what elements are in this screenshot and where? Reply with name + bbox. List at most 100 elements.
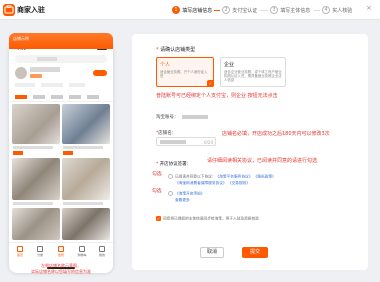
product-title xyxy=(13,202,53,205)
step-number: 3 xyxy=(270,6,278,14)
product-image xyxy=(12,208,60,240)
shop-stat xyxy=(69,83,85,87)
product-title xyxy=(63,146,103,149)
tab-home: 首页 xyxy=(13,246,27,259)
step-number: 2 xyxy=(222,6,230,14)
agreement-link[interactable]: 《交易规则》 xyxy=(228,181,250,185)
check-icon: ✓ xyxy=(207,80,214,87)
cart-icon xyxy=(79,246,85,252)
account-value-blurred xyxy=(182,115,208,119)
tab-label: 我的 xyxy=(98,253,105,257)
nav-tab xyxy=(87,95,99,99)
shop-avatar xyxy=(15,67,27,79)
agreement-link[interactable]: 《淘宝平台服务协议》 xyxy=(216,175,253,179)
step-number: 4 xyxy=(322,6,330,14)
shop-name-counter: 0/20 xyxy=(204,140,213,145)
type-option-enterprise[interactable]: 企业 适合企业营业执照，或个体工商户营业执照认证入驻，需具备营业执照企业法人信息 xyxy=(220,57,286,87)
tab-category: 分类 xyxy=(33,246,47,259)
type-option-personal[interactable]: 个人 适合营业执照、只个人身份证入驻 ✓ xyxy=(156,57,214,87)
agreement-more-link[interactable]: 查看更多 xyxy=(175,198,190,203)
shop-stat xyxy=(41,83,63,87)
agreement-link[interactable]: 《淘宝开店须知》 xyxy=(175,192,205,196)
product-image xyxy=(62,208,110,240)
radio-icon[interactable] xyxy=(168,174,173,179)
top-bar: 商家入驻 1 填写店铺信息 2 支付宝认证 3 填写主体信息 4 实人核验 × xyxy=(0,0,380,20)
shop-name-blurred xyxy=(30,67,60,72)
radio-icon[interactable] xyxy=(168,191,173,196)
agreement-link[interactable]: 《淘宝网消费者保障服务协议》 xyxy=(175,181,227,185)
agreement-row[interactable]: 《淘宝开店须知》 xyxy=(168,191,205,197)
shop-preview-phone: 9:41 首页 分类 发现 购物车 我的 xyxy=(9,42,113,273)
page-title: 商家入驻 xyxy=(17,6,45,14)
tab-label: 首页 xyxy=(16,253,23,257)
step-1: 1 填写店铺信息 xyxy=(172,6,212,14)
step-label: 填写店铺信息 xyxy=(182,7,213,14)
shop-info-row xyxy=(15,66,107,80)
preview-caption: 实际店铺名称以您填写的信息为准 xyxy=(31,269,91,274)
step-3: 3 填写主体信息 xyxy=(270,6,310,14)
tab-profile: 我的 xyxy=(95,246,109,259)
type-desc: 适合企业营业执照，或个体工商户营业执照认证入驻，需具备营业执照企业法人信息 xyxy=(224,70,282,83)
agreement-label: * 开店协议签署： xyxy=(156,162,192,167)
product-image xyxy=(62,104,110,144)
tab-label: 分类 xyxy=(36,253,43,257)
checkbox-icon[interactable]: ✓ xyxy=(156,216,161,221)
taobao-logo-icon xyxy=(3,4,15,16)
step-4: 4 实人核验 xyxy=(322,6,352,14)
check-annotation: 勾选 xyxy=(152,189,162,194)
nav-tab xyxy=(51,95,63,99)
shop-badge xyxy=(30,74,42,78)
step-label: 支付宝认证 xyxy=(232,7,258,14)
shop-stat xyxy=(15,83,35,87)
step-2: 2 支付宝认证 xyxy=(222,6,257,14)
step-number: 1 xyxy=(172,6,180,14)
agreement-row[interactable]: 已阅读并同意以下协议：《淘宝平台服务协议》 《隐私政策》 xyxy=(168,174,276,180)
product-image xyxy=(12,158,60,200)
product-image xyxy=(62,158,110,200)
type-annotation: 普陆账号可已经绑定个人支付宝，则企业 按钮无法点击 xyxy=(156,93,278,99)
product-price xyxy=(63,151,73,155)
tab-cart: 购物车 xyxy=(75,246,89,259)
shop-name-annotation: 店铺名必填，开店成功之后180天内可以修改3次 xyxy=(222,131,330,137)
type-title: 个人 xyxy=(160,62,171,68)
close-icon[interactable]: × xyxy=(366,4,372,12)
product-title xyxy=(13,146,53,149)
home-icon xyxy=(17,246,23,252)
tab-label: 购物车 xyxy=(77,253,87,257)
type-title: 企业 xyxy=(224,62,235,68)
grid-icon xyxy=(37,246,43,252)
agreement-row: 《淘宝网消费者保障服务协议》 《交易规则》 xyxy=(175,181,250,186)
agreement-link[interactable]: 《隐私政策》 xyxy=(254,175,276,179)
product-image xyxy=(12,104,60,144)
tab-label: 发现 xyxy=(57,253,64,257)
check-annotation: 勾选 xyxy=(152,172,162,177)
step-label: 填写主体信息 xyxy=(280,7,311,14)
user-icon xyxy=(99,246,105,252)
shop-info-form: * 请确认店铺类型 个人 适合营业执照、只个人身份证入驻 ✓ 企业 适合企业营业… xyxy=(132,34,368,270)
consent-row[interactable]: ✓ 同意将已授权的主体信息同步给淘宝，用于入驻及资质校验 xyxy=(156,216,259,222)
step-connector xyxy=(214,10,220,11)
preview-header-title: 店铺示例 xyxy=(13,36,29,41)
account-label: 淘宝账号： xyxy=(156,115,179,120)
nav-tab xyxy=(33,95,45,99)
step-connector xyxy=(314,10,320,11)
nav-tab xyxy=(15,95,27,99)
product-title xyxy=(63,202,103,205)
consent-text: 同意将已授权的主体信息同步给淘宝，用于入驻及资质校验 xyxy=(163,216,259,221)
product-price xyxy=(13,151,23,155)
nav-tab xyxy=(69,95,81,99)
cancel-button[interactable]: 取消 xyxy=(200,247,224,258)
phone-preview-header: 店铺示例 xyxy=(9,33,113,49)
agreement-annotation: 请仔细阅读相关协议，已阅读并同意的请进行勾选 xyxy=(207,158,318,164)
step-connector xyxy=(260,10,268,11)
step-label: 实人核验 xyxy=(332,7,353,14)
follow-button xyxy=(93,70,107,76)
shop-name-label: *店铺名： xyxy=(156,131,177,136)
tab-discover: 发现 xyxy=(54,246,68,259)
shop-name-blurred xyxy=(160,140,186,144)
phone-category-nav xyxy=(9,92,113,102)
type-desc: 适合营业执照、只个人身份证入驻 xyxy=(160,70,208,79)
shop-type-label: * 请确认店铺类型 xyxy=(156,47,196,53)
submit-button[interactable]: 提交 xyxy=(242,247,268,258)
phone-tab-bar: 首页 分类 发现 购物车 我的 xyxy=(9,242,113,260)
